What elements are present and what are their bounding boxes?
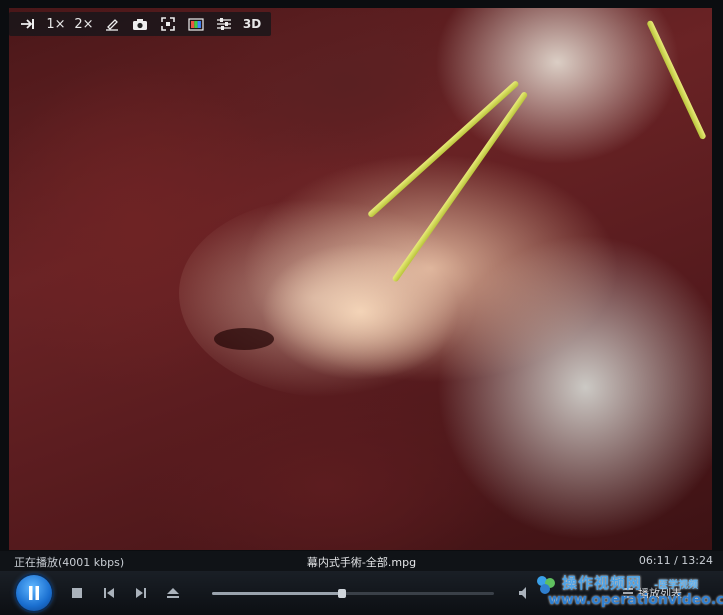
fullscreen-button[interactable] xyxy=(155,14,181,34)
edit-button[interactable] xyxy=(99,14,125,34)
sliders-icon xyxy=(217,18,231,30)
stop-icon xyxy=(72,588,82,598)
pen-icon xyxy=(106,19,118,31)
arrow-to-bar-icon xyxy=(21,19,34,29)
skip-forward-icon xyxy=(136,588,146,598)
3d-button[interactable]: 3D xyxy=(239,14,265,34)
eject-button[interactable] xyxy=(164,584,182,602)
pause-button[interactable] xyxy=(16,575,52,611)
previous-button[interactable] xyxy=(100,584,118,602)
zoom-1x-button[interactable]: 1× xyxy=(43,14,69,34)
video-toolbar: 1× 2× 3D xyxy=(9,12,271,36)
zoom-2x-label: 2× xyxy=(74,16,94,32)
pause-icon xyxy=(29,586,39,600)
next-button[interactable] xyxy=(132,584,150,602)
eject-icon xyxy=(167,588,179,598)
yellow-tape xyxy=(366,79,520,219)
status-bar: 正在播放(4001 kbps) 幕内式手術-全部.mpg 06:11 / 13:… xyxy=(0,551,723,571)
time-readout: 06:11 / 13:24 xyxy=(638,554,713,567)
focus-frame-icon xyxy=(161,17,175,31)
dark-region xyxy=(214,328,274,350)
settings-button[interactable] xyxy=(211,14,237,34)
stop-button[interactable] xyxy=(68,584,86,602)
color-button[interactable] xyxy=(183,14,209,34)
seek-thumb[interactable] xyxy=(337,589,346,598)
3d-label: 3D xyxy=(242,17,262,31)
zoom-2x-button[interactable]: 2× xyxy=(71,14,97,34)
watermark-subtitle: -医学视频 xyxy=(654,580,699,591)
watermark-title: 操作视频网 xyxy=(562,574,643,592)
speaker-icon xyxy=(519,587,526,599)
color-palette-icon xyxy=(188,17,204,31)
volume-button[interactable] xyxy=(517,585,533,601)
skip-back-icon xyxy=(104,588,114,598)
zoom-1x-label: 1× xyxy=(46,16,66,32)
video-frame[interactable] xyxy=(9,8,712,550)
seek-progress xyxy=(212,592,342,595)
seek-bar[interactable] xyxy=(212,589,494,598)
yellow-tape xyxy=(646,19,707,141)
file-name-text: 幕内式手術-全部.mpg xyxy=(306,556,417,569)
snapshot-button[interactable] xyxy=(127,14,153,34)
watermark-url: www.operationvideo.com xyxy=(548,592,723,608)
fit-window-button[interactable] xyxy=(15,14,41,34)
camera-icon xyxy=(133,18,147,30)
